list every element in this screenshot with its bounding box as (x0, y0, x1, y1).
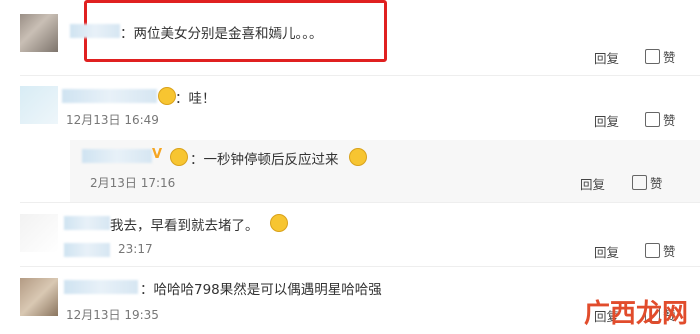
watermark: 广西龙网 (583, 299, 688, 329)
comment-1: ：两位美女分别是金喜和嫣儿。。。 回复 赞 (0, 0, 700, 76)
like-button[interactable]: 赞 (632, 173, 663, 192)
comment-3: V ：一秒钟停顿后反应过来 2月13日 17:16 回复 赞 (0, 140, 700, 202)
timestamp: 23:17 (118, 242, 153, 256)
timestamp: 12月13日 19:35 (66, 308, 159, 322)
emoji-icon (349, 148, 367, 166)
like-button[interactable]: 赞 (645, 241, 676, 260)
username-blurred (70, 24, 120, 38)
divider (20, 266, 700, 267)
username-blurred (82, 149, 152, 163)
verified-icon: V (152, 147, 163, 162)
timestamp: 2月13日 17:16 (90, 176, 176, 190)
like-button[interactable]: 赞 (645, 47, 676, 66)
thumbs-up-icon (632, 175, 647, 190)
avatar (20, 278, 58, 316)
like-label: 赞 (663, 113, 676, 128)
reply-button[interactable]: 回复 (594, 48, 619, 67)
divider (20, 202, 700, 203)
like-label: 赞 (650, 176, 663, 191)
comment-text: ：两位美女分别是金喜和嫣儿。。。 (120, 26, 323, 42)
thumbs-up-icon (645, 112, 660, 127)
comment-text: ：哈哈哈798果然是可以偶遇明星哈哈强 (140, 282, 382, 298)
username-blurred (64, 280, 138, 294)
avatar (20, 86, 58, 124)
like-button[interactable]: 赞 (645, 110, 676, 129)
date-blurred (64, 243, 110, 257)
badge-icon (170, 148, 188, 166)
emoji-icon (270, 214, 288, 232)
timestamp: 12月13日 16:49 (66, 113, 159, 127)
reply-button[interactable]: 回复 (580, 174, 605, 193)
comment-text: ：一秒钟停顿后反应过来 (190, 152, 339, 168)
comment-4: 我去，早看到就去堵了。 23:17 回复 赞 (0, 202, 700, 266)
like-label: 赞 (663, 244, 676, 259)
comment-text: 我去，早看到就去堵了。 (110, 218, 259, 234)
comment-2: ：哇！ 12月13日 16:49 回复 赞 (0, 76, 700, 140)
reply-button[interactable]: 回复 (594, 111, 619, 130)
avatar (20, 14, 58, 52)
username-blurred (64, 216, 110, 230)
comment-text: ：哇！ (175, 91, 216, 107)
reply-button[interactable]: 回复 (594, 242, 619, 261)
avatar (20, 214, 58, 252)
thumbs-up-icon (645, 243, 660, 258)
username-blurred (62, 89, 157, 103)
thumbs-up-icon (645, 49, 660, 64)
like-label: 赞 (663, 50, 676, 65)
badge-icon (158, 87, 176, 105)
